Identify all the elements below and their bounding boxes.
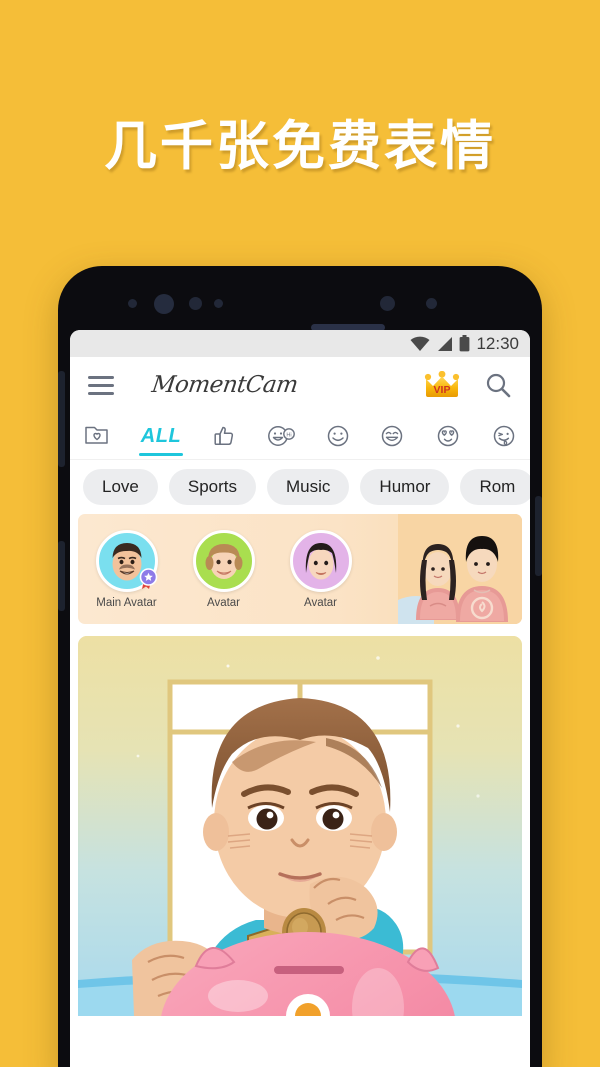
signal-icon xyxy=(438,336,453,351)
avatar-main[interactable]: Main Avatar xyxy=(89,529,164,609)
phone-screen: 12:30 MomentCam VIP ALL Hi Love Sports M… xyxy=(70,330,530,1067)
thumbs-up-icon xyxy=(214,426,234,446)
app-bar: MomentCam VIP xyxy=(70,357,530,413)
avatar-second[interactable]: Avatar xyxy=(186,529,261,609)
tab-all[interactable]: ALL xyxy=(141,413,181,460)
winking-tongue-face-icon xyxy=(493,425,515,447)
power-button[interactable] xyxy=(535,496,542,576)
avatar-third[interactable]: Avatar xyxy=(283,529,358,609)
wifi-icon xyxy=(410,336,430,351)
avatar-label: Main Avatar xyxy=(96,596,157,609)
avatar-face-image xyxy=(196,533,252,589)
chip-music[interactable]: Music xyxy=(267,469,350,505)
sensor-dot xyxy=(426,298,437,309)
main-avatar-star-badge xyxy=(139,567,159,590)
app-logo: MomentCam xyxy=(150,372,300,398)
couple-avatar-illustration[interactable] xyxy=(398,514,522,624)
category-chip-row[interactable]: Love Sports Music Humor Rom xyxy=(70,460,530,514)
sticker-card-boy-piggy-bank[interactable] xyxy=(78,636,522,1016)
sensor-dot xyxy=(189,297,202,310)
sensor-dot xyxy=(128,299,137,308)
volume-down-button[interactable] xyxy=(58,541,65,611)
phone-mockup: 12:30 MomentCam VIP ALL Hi Love Sports M… xyxy=(58,266,542,1067)
tab-like[interactable] xyxy=(212,413,236,460)
phone-sensor-cluster xyxy=(58,294,542,331)
sensor-dot xyxy=(380,296,395,311)
sensor-dot xyxy=(214,299,223,308)
battery-icon xyxy=(460,335,470,352)
category-tab-bar: ALL Hi xyxy=(70,413,530,460)
laughing-face-icon xyxy=(382,425,403,447)
vip-badge[interactable]: VIP xyxy=(422,370,462,399)
status-bar: 12:30 xyxy=(70,330,530,357)
avatar-label: Avatar xyxy=(206,596,241,609)
avatar-selector-strip: Main Avatar Avatar Avatar xyxy=(78,514,522,624)
chip-humor[interactable]: Humor xyxy=(360,469,450,505)
hamburger-menu-icon[interactable] xyxy=(88,375,114,395)
promo-headline: 几千张免费表情 xyxy=(104,116,496,177)
chip-love[interactable]: Love xyxy=(83,469,158,505)
tab-tongue[interactable] xyxy=(492,413,516,460)
tab-greeting[interactable]: Hi xyxy=(267,413,295,460)
avatar-label: Avatar xyxy=(303,596,338,609)
search-icon[interactable] xyxy=(484,371,512,399)
tab-love[interactable] xyxy=(435,413,461,460)
front-camera-icon xyxy=(154,294,174,314)
vip-badge-label: VIP xyxy=(434,384,451,396)
avatar-face-image xyxy=(293,533,349,589)
status-bar-clock: 12:30 xyxy=(476,333,519,353)
chip-sports[interactable]: Sports xyxy=(168,469,257,505)
chip-romantic[interactable]: Rom xyxy=(460,469,530,505)
smiley-hi-bubble-icon: Hi xyxy=(267,426,295,446)
folder-heart-icon xyxy=(85,426,108,444)
svg-text:Hi: Hi xyxy=(286,432,291,438)
heart-eyes-face-icon xyxy=(437,425,459,447)
volume-up-button[interactable] xyxy=(58,371,65,467)
tab-smile[interactable] xyxy=(326,413,350,460)
tab-laugh[interactable] xyxy=(380,413,404,460)
sidebar-item-favorites[interactable] xyxy=(84,413,110,460)
smiley-face-icon xyxy=(327,425,348,447)
